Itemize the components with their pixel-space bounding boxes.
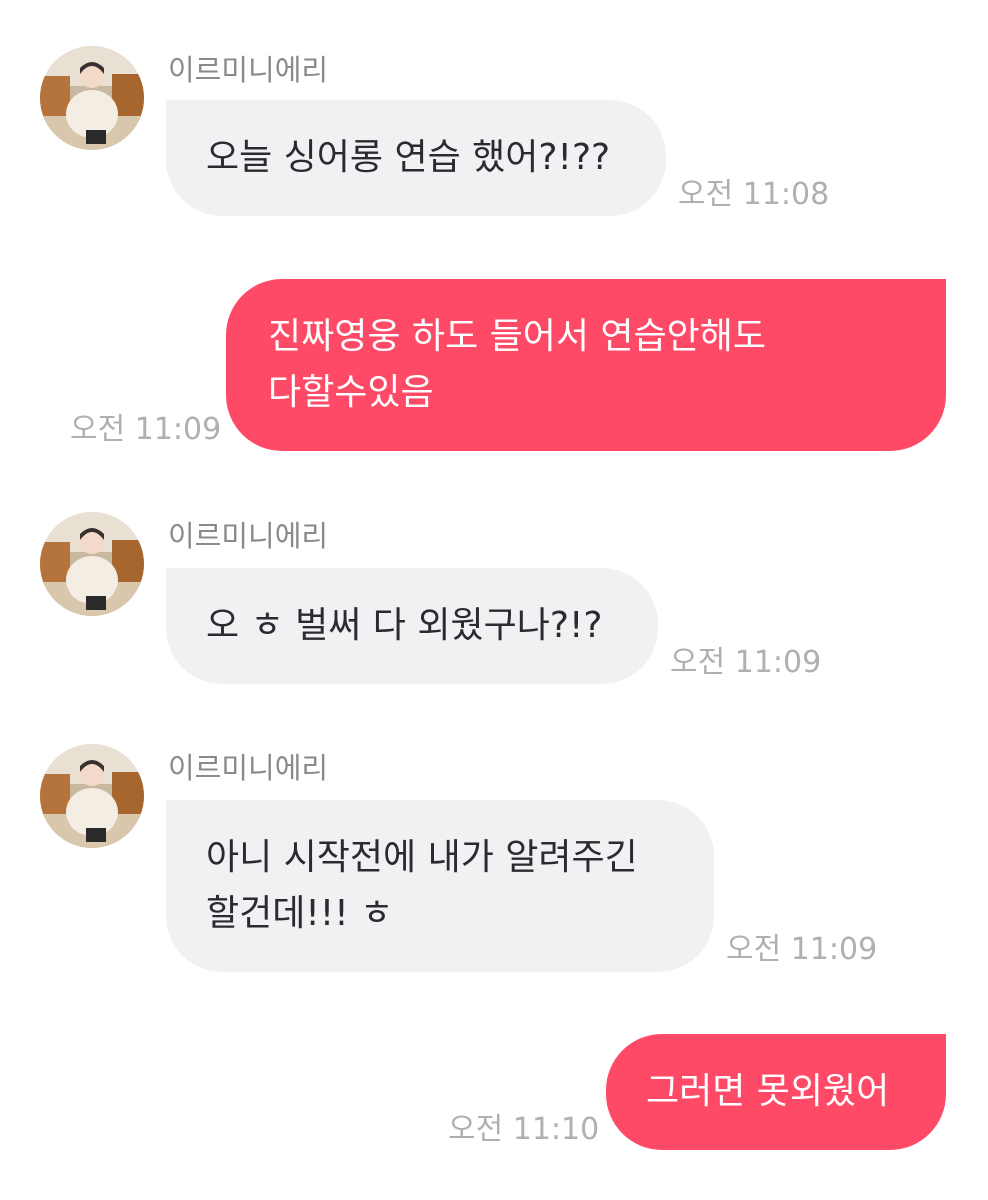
message-timestamp: 오전 11:09 [70,412,222,447]
message-text: 다할수있음 [268,372,434,413]
message-text: 오늘 싱어롱 연습 했어?!?? [206,137,611,178]
sender-avatar-icon[interactable] [40,744,144,848]
sender-avatar-icon[interactable] [40,512,144,616]
message-timestamp: 오전 11:08 [678,177,830,212]
message-text: 오 ㅎ 벌써 다 외웠구나?!? [206,605,603,646]
sender-avatar-icon[interactable] [40,46,144,150]
sender-name: 이르미니에리 [168,519,329,553]
message-bubble[interactable]: 오늘 싱어롱 연습 했어?!?? [166,100,666,216]
sender-name: 이르미니에리 [168,751,329,785]
message-timestamp: 오전 11:09 [726,932,878,967]
message-text: 아니 시작전에 내가 알려주긴 [206,837,638,878]
message-bubble[interactable]: 진짜영웅 하도 들어서 연습안해도 다할수있음 [226,279,946,451]
message-text: 진짜영웅 하도 들어서 연습안해도 [268,316,767,357]
sender-name: 이르미니에리 [168,53,329,87]
message-text: 할건데!!! ㅎ [206,893,394,934]
message-bubble[interactable]: 그러면 못외웠어 [606,1034,946,1150]
message-timestamp: 오전 11:10 [448,1112,600,1147]
message-bubble[interactable]: 오 ㅎ 벌써 다 외웠구나?!? [166,568,658,684]
message-bubble[interactable]: 아니 시작전에 내가 알려주긴 할건데!!! ㅎ [166,800,714,972]
message-timestamp: 오전 11:09 [670,645,822,680]
message-text: 그러면 못외웠어 [646,1071,890,1112]
